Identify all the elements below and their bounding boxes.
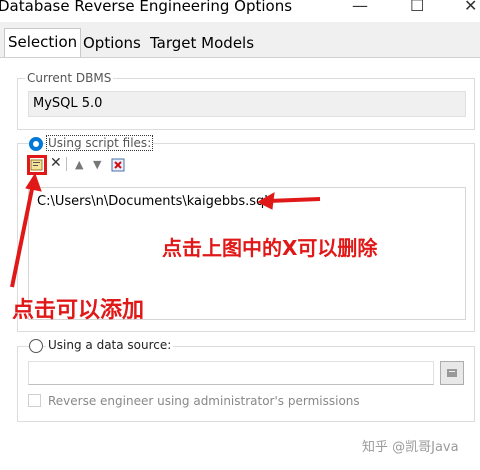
arrow-to-add-button [10, 172, 42, 288]
arrow-to-file [256, 192, 321, 210]
add-hint-annotation: 点击可以添加 [12, 298, 145, 323]
delete-hint-annotation: 点击上图中的X可以删除 [162, 236, 378, 260]
watermark: 知乎 @凯哥Java [362, 440, 459, 455]
